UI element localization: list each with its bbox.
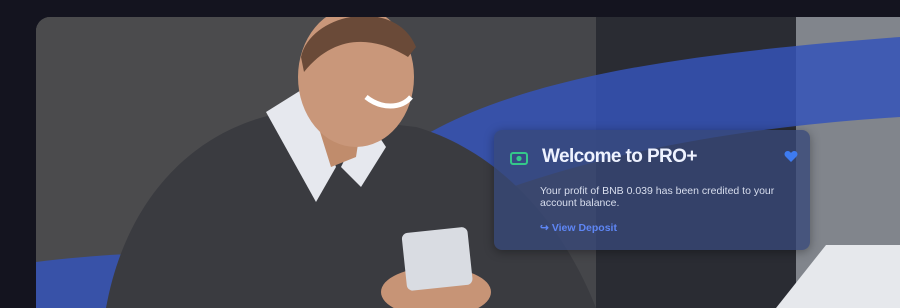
view-deposit-label: View Deposit [551, 222, 617, 234]
notification-title: Welcome to PRO+ [542, 146, 697, 167]
promo-banner: Welcome to PRO+ Your profit of BNB 0.039… [36, 17, 900, 308]
arrow-icon: ↪ [540, 222, 549, 234]
view-deposit-link[interactable]: ↪ View Deposit [540, 222, 617, 234]
heart-icon[interactable] [784, 150, 798, 163]
camera-icon [510, 152, 528, 165]
notification-card: Welcome to PRO+ Your profit of BNB 0.039… [494, 130, 810, 250]
notification-message: Your profit of BNB 0.039 has been credit… [540, 185, 775, 209]
